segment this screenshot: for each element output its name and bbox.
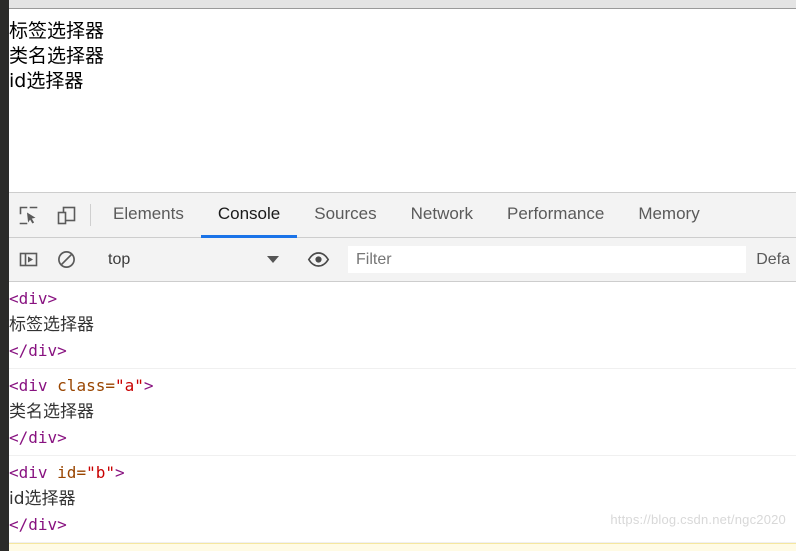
node-attribute-value: "a" bbox=[114, 376, 144, 395]
browser-chrome-left-edge bbox=[0, 0, 9, 551]
tab-console[interactable]: Console bbox=[200, 193, 298, 238]
tab-sources[interactable]: Sources bbox=[297, 193, 393, 238]
node-attribute-equals: = bbox=[76, 463, 87, 482]
node-open-tag-start: <div bbox=[9, 463, 58, 482]
page-viewport: 标签选择器 类名选择器 id选择器 bbox=[0, 9, 796, 192]
inspect-element-icon bbox=[18, 205, 39, 226]
console-message-node-3[interactable]: <div id="b"> id选择器 </div> bbox=[9, 456, 796, 543]
execution-context-label: top bbox=[108, 250, 131, 268]
eye-icon bbox=[307, 249, 330, 270]
console-message-node-2[interactable]: <div class="a"> 类名选择器 </div> bbox=[9, 369, 796, 456]
node-attribute-equals: = bbox=[105, 376, 115, 395]
node-attribute-name: class bbox=[57, 376, 106, 395]
node-close-tag: </div> bbox=[9, 428, 67, 447]
node-text-content: 标签选择器 bbox=[9, 315, 94, 335]
console-message-warning[interactable]: D I l f il h l d f l t bbox=[9, 543, 796, 551]
browser-toolbar-edge bbox=[0, 0, 796, 9]
log-levels-dropdown[interactable]: Defa bbox=[746, 251, 796, 269]
node-open-tag-start: <div bbox=[9, 376, 58, 395]
page-text-line-1: 标签选择器 bbox=[9, 20, 105, 42]
tab-memory[interactable]: Memory bbox=[621, 193, 716, 238]
clear-console-button[interactable] bbox=[47, 249, 85, 270]
tab-network[interactable]: Network bbox=[394, 193, 490, 238]
warning-message-text: D I l f il h l d f l t bbox=[133, 547, 469, 551]
devtools-tab-bar: Elements Console Sources Network Perform… bbox=[0, 193, 796, 238]
inspect-element-button[interactable] bbox=[9, 193, 47, 237]
tab-elements[interactable]: Elements bbox=[96, 193, 201, 238]
console-message-node-1[interactable]: <div> 标签选择器 </div> bbox=[9, 282, 796, 369]
page-text-line-3: id选择器 bbox=[9, 70, 84, 92]
console-message-list[interactable]: <div> 标签选择器 </div> <div class="a"> 类名选择器… bbox=[9, 282, 796, 551]
live-expression-button[interactable] bbox=[299, 249, 337, 270]
page-text-line-2: 类名选择器 bbox=[9, 45, 105, 67]
tab-performance[interactable]: Performance bbox=[490, 193, 621, 238]
devtools-panel: Elements Console Sources Network Perform… bbox=[0, 192, 796, 551]
node-close-tag: </div> bbox=[9, 515, 67, 534]
clear-console-icon bbox=[56, 249, 77, 270]
console-toolbar: top Defa bbox=[0, 238, 796, 282]
node-open-tag-end: > bbox=[143, 376, 154, 395]
node-open-tag-end: > bbox=[114, 463, 125, 482]
execution-context-selector[interactable]: top bbox=[96, 238, 288, 281]
device-toolbar-icon bbox=[56, 205, 77, 226]
browser-window: 标签选择器 类名选择器 id选择器 Elements Console Sourc… bbox=[0, 0, 796, 551]
chevron-down-icon bbox=[267, 256, 279, 263]
node-close-tag: </div> bbox=[9, 341, 67, 360]
node-attribute-value: "b" bbox=[86, 463, 115, 482]
console-sidebar-icon bbox=[18, 249, 39, 270]
console-filter-input[interactable] bbox=[348, 246, 747, 273]
toolbar-separator bbox=[90, 204, 91, 226]
node-attribute-name: id bbox=[57, 463, 77, 482]
node-open-tag: <div> bbox=[9, 289, 58, 308]
node-text-content: 类名选择器 bbox=[9, 402, 94, 422]
console-sidebar-toggle-button[interactable] bbox=[9, 249, 47, 270]
device-toolbar-button[interactable] bbox=[47, 193, 85, 237]
node-text-content: id选择器 bbox=[9, 489, 76, 509]
